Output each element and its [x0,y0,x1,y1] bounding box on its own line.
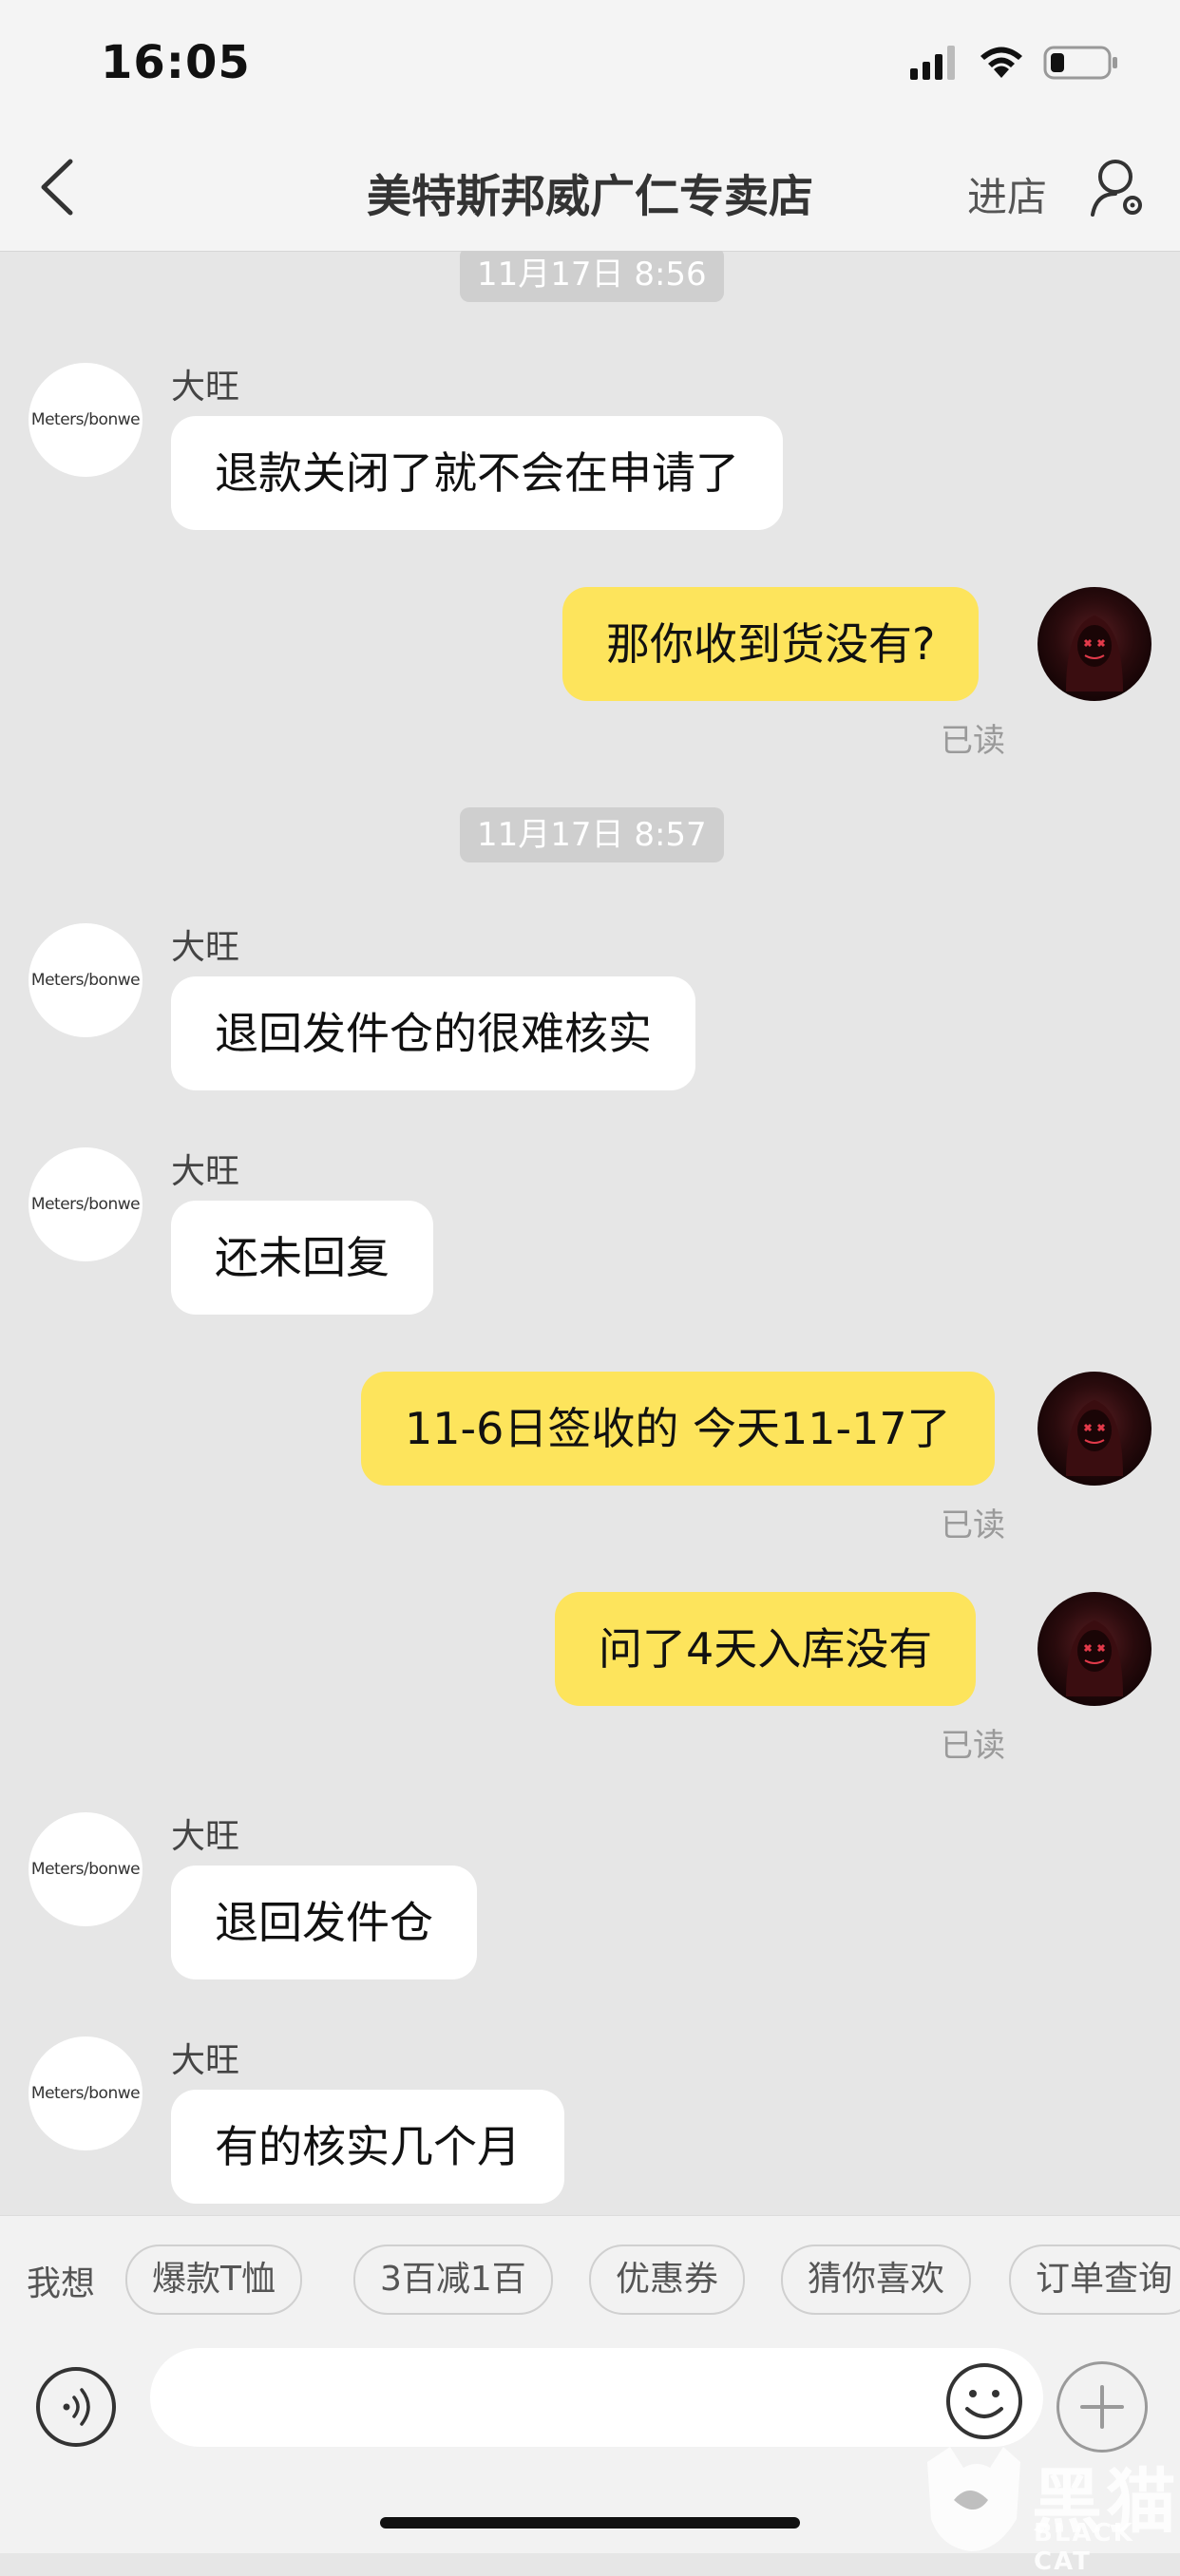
incoming-message-bubble: 退回发件仓 [171,1866,477,1979]
timestamp-badge: 11月17日 8:57 [460,807,724,862]
hooded-figure-icon [1066,616,1123,691]
incoming-message-bubble: 还未回复 [171,1201,433,1315]
plus-icon [1080,2385,1124,2429]
battery-icon [1043,46,1117,80]
sound-wave-icon [63,2388,90,2426]
sender-name: 大旺 [171,368,240,407]
status-bar: 16:05 [0,0,1180,123]
user-avatar[interactable] [1037,1372,1151,1486]
nav-bar: 美特斯邦威广仁专卖店 进店 [0,123,1180,252]
sender-name: 大旺 [171,1817,240,1856]
suggestion-chip[interactable]: 猜你喜欢 [781,2245,972,2315]
voice-input-button[interactable] [36,2367,116,2447]
timestamp-badge: 11月17日 8:56 [460,251,724,302]
enter-store-button[interactable]: 进店 [967,165,1047,223]
read-receipt: 已读 [941,1727,1005,1765]
suggestion-chip[interactable]: 优惠券 [589,2245,746,2315]
read-receipt: 已读 [941,722,1005,760]
user-avatar[interactable] [1037,1592,1151,1706]
suggestion-chip[interactable]: 3百减1百 [353,2245,553,2315]
wifi-icon [980,47,1022,78]
incoming-message-bubble: 退款关闭了就不会在申请了 [171,416,783,530]
shop-avatar-text: Meters/bonwe [30,2084,141,2103]
outgoing-message-bubble: 那你收到货没有? [562,587,980,701]
incoming-message-bubble: 有的核实几个月 [171,2090,564,2204]
user-settings-icon[interactable] [1089,156,1148,218]
outgoing-message-bubble: 问了4天入库没有 [555,1592,977,1706]
home-indicator[interactable] [380,2517,800,2529]
chat-area[interactable]: 11月17日 8:56 Meters/bonwe 大旺 退款关闭了就不会在申请了… [0,251,1180,2215]
watermark-subtext: BLACK CAT [1034,2519,1134,2576]
shop-avatar-text: Meters/bonwe [30,1860,141,1879]
cellular-signal-icon [910,46,955,80]
shop-avatar-text: Meters/bonwe [30,410,141,429]
sender-name: 大旺 [171,1152,240,1191]
hooded-figure-icon [1066,1620,1123,1696]
suggestions-label: 我想 [27,2264,96,2303]
outgoing-message-bubble: 11-6日签收的 今天11-17了 [361,1372,995,1486]
quick-suggestions-bar: 我想 爆款T恤 3百减1百 优惠券 猜你喜欢 订单查询 [0,2215,1180,2339]
incoming-message-bubble: 退回发件仓的很难核实 [171,976,695,1090]
hooded-figure-icon [1066,1400,1123,1476]
sender-name: 大旺 [171,928,240,967]
shop-avatar-text: Meters/bonwe [30,1195,141,1214]
shop-avatar[interactable]: Meters/bonwe [29,363,143,477]
user-avatar[interactable] [1037,587,1151,701]
suggestion-chip[interactable]: 订单查询 [1009,2245,1180,2315]
read-receipt: 已读 [941,1506,1005,1544]
status-time: 16:05 [101,36,251,89]
shop-avatar[interactable]: Meters/bonwe [29,1147,143,1261]
message-input[interactable] [150,2348,1043,2447]
add-attachment-button[interactable] [1056,2361,1148,2453]
shop-avatar[interactable]: Meters/bonwe [29,1812,143,1926]
suggestion-chip[interactable]: 爆款T恤 [125,2245,302,2315]
emoji-icon[interactable] [944,2361,1024,2441]
sender-name: 大旺 [171,2041,240,2080]
shop-avatar[interactable]: Meters/bonwe [29,923,143,1037]
shop-avatar-text: Meters/bonwe [30,971,141,990]
shop-avatar[interactable]: Meters/bonwe [29,2036,143,2150]
